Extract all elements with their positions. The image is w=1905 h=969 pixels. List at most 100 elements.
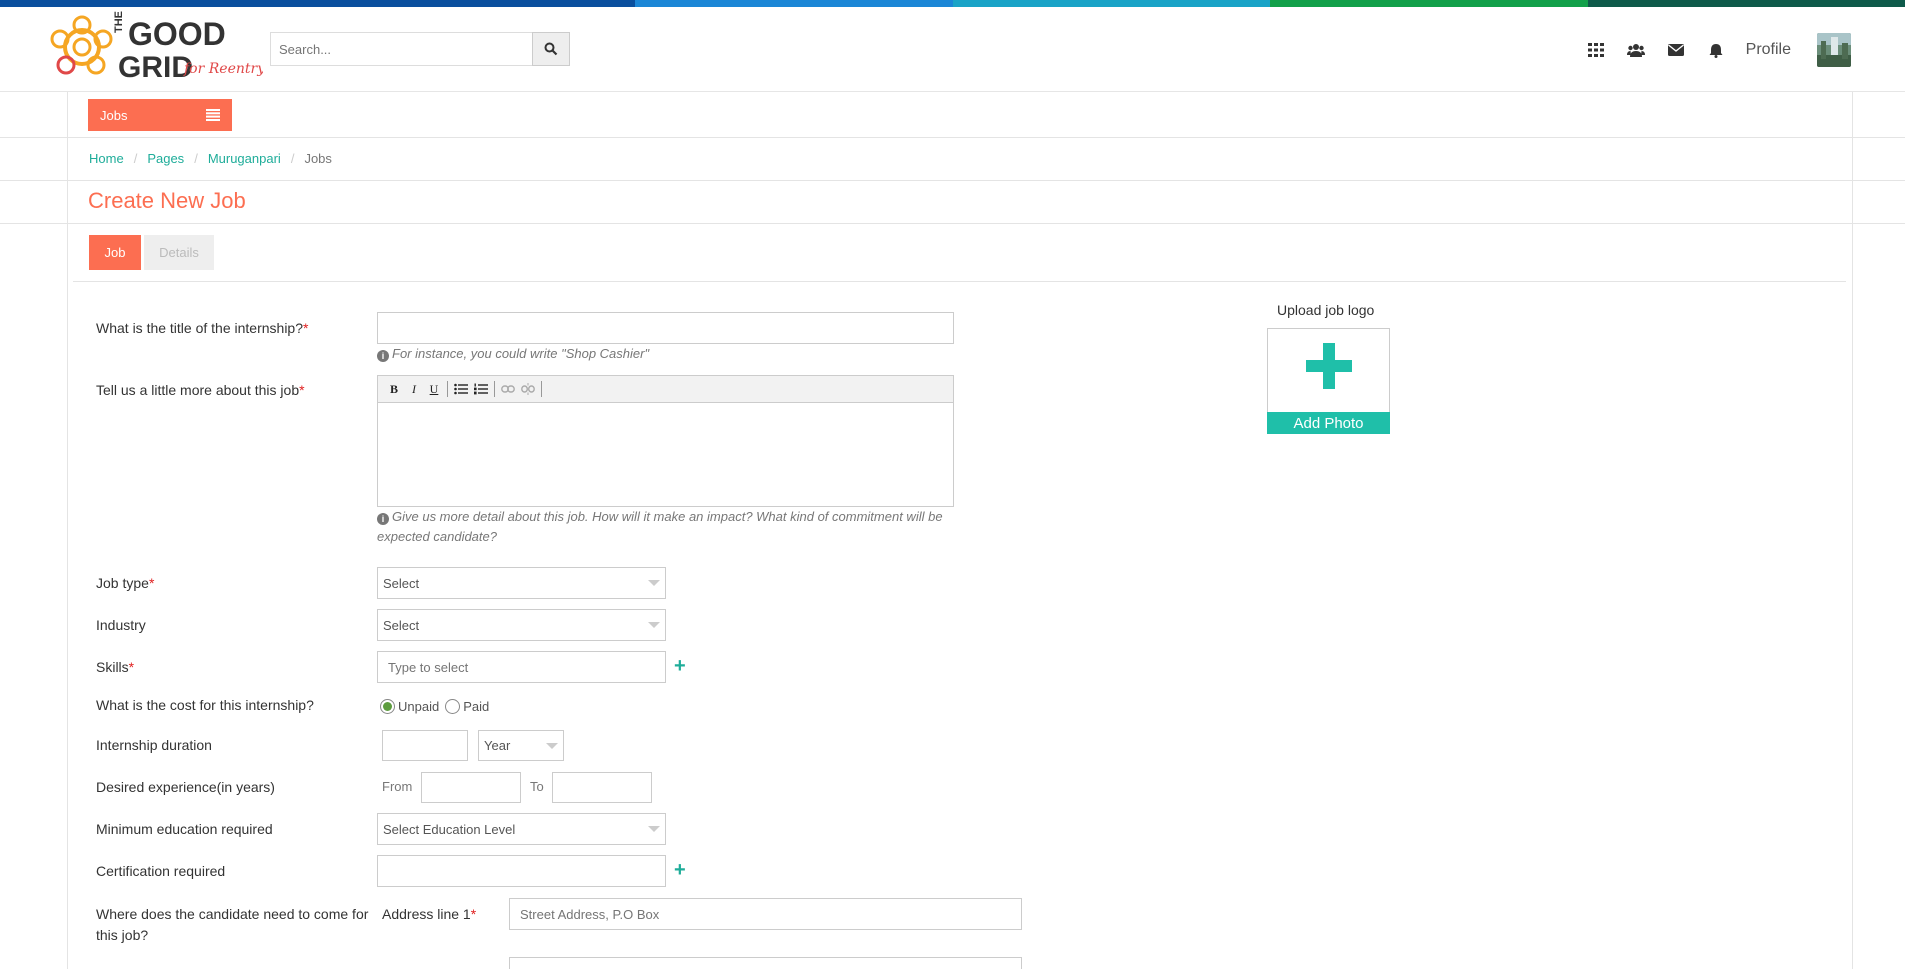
location-label: Where does the candidate need to come fo… (96, 906, 369, 943)
avatar-image (1817, 33, 1851, 67)
list-icon (206, 109, 220, 121)
breadcrumb-page[interactable]: Muruganpari (208, 151, 281, 166)
unpaid-radio[interactable] (380, 699, 395, 714)
breadcrumb-home[interactable]: Home (89, 151, 124, 166)
duration-unit-select[interactable]: Year (478, 730, 564, 761)
experience-from-input[interactable] (421, 772, 521, 803)
divider (0, 137, 1905, 138)
unlink-icon[interactable] (518, 379, 538, 399)
breadcrumb-pages[interactable]: Pages (147, 151, 184, 166)
search-icon (544, 42, 558, 56)
search-button[interactable] (532, 32, 570, 66)
form-divider (73, 281, 1846, 282)
logo-word-good: GOOD (128, 16, 226, 52)
cost-label: What is the cost for this internship? (96, 697, 314, 713)
jobs-menu-label: Jobs (100, 107, 128, 123)
info-icon: i (377, 350, 389, 362)
divider (0, 223, 1905, 224)
connections-button[interactable] (1616, 32, 1656, 68)
breadcrumb: Home / Pages / Muruganpari / Jobs (89, 151, 332, 166)
breadcrumb-separator: / (194, 151, 198, 166)
skills-label: Skills* (96, 659, 135, 675)
experience-to-input[interactable] (552, 772, 652, 803)
cost-radio-group: Unpaid Paid (380, 699, 489, 714)
certification-input[interactable] (377, 855, 666, 887)
editor-toolbar: B I U (378, 376, 953, 403)
experience-from-label: From (382, 779, 413, 794)
toolbar-separator (447, 381, 448, 397)
education-label: Minimum education required (96, 821, 273, 837)
address2-input[interactable] (509, 957, 1022, 969)
logo-word-grid: GRID (118, 51, 193, 84)
toolbar-separator (494, 381, 495, 397)
duration-unit-value: Year (484, 738, 511, 753)
experience-label: Desired experience(in years) (96, 779, 275, 795)
chevron-down-icon (648, 826, 660, 832)
jobs-menu-button[interactable]: Jobs (88, 99, 232, 131)
duration-input[interactable] (382, 730, 468, 761)
industry-value: Select (383, 617, 420, 633)
address1-label: Address line 1* (382, 906, 477, 922)
bell-icon (1709, 43, 1723, 58)
breadcrumb-separator: / (290, 151, 295, 166)
upload-logo-box[interactable]: Add Photo (1267, 328, 1390, 434)
education-value: Select Education Level (383, 821, 516, 837)
about-label: Tell us a little more about this job* (96, 382, 305, 398)
page-title: Create New Job (88, 188, 246, 213)
tab-details[interactable]: Details (144, 235, 214, 270)
breadcrumb-separator: / (133, 151, 138, 166)
industry-select[interactable]: Select (377, 609, 666, 641)
tab-job[interactable]: Job (89, 235, 141, 270)
toolbar-separator (541, 381, 542, 397)
title-label: What is the title of the internship?* (96, 320, 309, 336)
logo[interactable]: THE GOOD GRID for Reentry (48, 11, 263, 89)
title-input[interactable] (377, 312, 954, 344)
breadcrumb-current: Jobs (304, 151, 332, 166)
messages-button[interactable] (1656, 32, 1696, 68)
paid-label: Paid (463, 699, 490, 714)
chevron-down-icon (648, 580, 660, 586)
add-certification-icon[interactable]: + (674, 860, 686, 880)
underline-icon[interactable]: U (424, 379, 444, 399)
search-input[interactable] (270, 32, 532, 66)
bold-icon[interactable]: B (384, 379, 404, 399)
info-icon: i (377, 513, 389, 525)
job-type-value: Select (383, 575, 420, 591)
bullet-list-icon[interactable] (451, 379, 471, 399)
job-type-select[interactable]: Select (377, 567, 666, 599)
top-color-stripe (0, 0, 1905, 7)
site-header: THE GOOD GRID for Reentry Search... Prof… (0, 7, 1905, 92)
certification-label: Certification required (96, 863, 226, 879)
logo-tagline: for Reentry (183, 61, 263, 77)
search-bar (270, 32, 570, 66)
add-photo-button[interactable]: Add Photo (1267, 412, 1390, 434)
profile-link[interactable]: Profile (1746, 41, 1791, 59)
industry-label: Industry (96, 617, 146, 633)
flower-icon (50, 15, 113, 75)
job-type-label: Job type* (96, 575, 155, 591)
logo-word-the: THE (113, 11, 125, 33)
description-editor: B I U (377, 375, 954, 507)
about-hint: i Give us more detail about this job. How… (377, 509, 943, 544)
grid-icon (1587, 43, 1604, 57)
avatar[interactable] (1817, 33, 1851, 67)
top-nav: Profile (1576, 32, 1851, 68)
numbered-list-icon[interactable] (471, 379, 491, 399)
plus-icon (1306, 343, 1352, 389)
notifications-button[interactable] (1696, 32, 1736, 68)
add-skill-icon[interactable]: + (674, 656, 686, 676)
experience-to-label: To (530, 779, 544, 794)
italic-icon[interactable]: I (404, 379, 424, 399)
divider (0, 180, 1905, 181)
skills-input[interactable] (377, 651, 666, 683)
paid-radio[interactable] (445, 699, 461, 714)
upload-logo-title: Upload job logo (1277, 302, 1375, 318)
link-icon[interactable] (498, 379, 518, 399)
users-icon (1626, 44, 1645, 57)
education-select[interactable]: Select Education Level (377, 813, 666, 845)
form-tabs: Job Details (89, 235, 214, 270)
apps-button[interactable] (1576, 32, 1616, 68)
address1-input[interactable] (509, 898, 1022, 930)
title-hint: i For instance, you could write "Shop Cas… (377, 344, 947, 364)
chevron-down-icon (648, 622, 660, 628)
